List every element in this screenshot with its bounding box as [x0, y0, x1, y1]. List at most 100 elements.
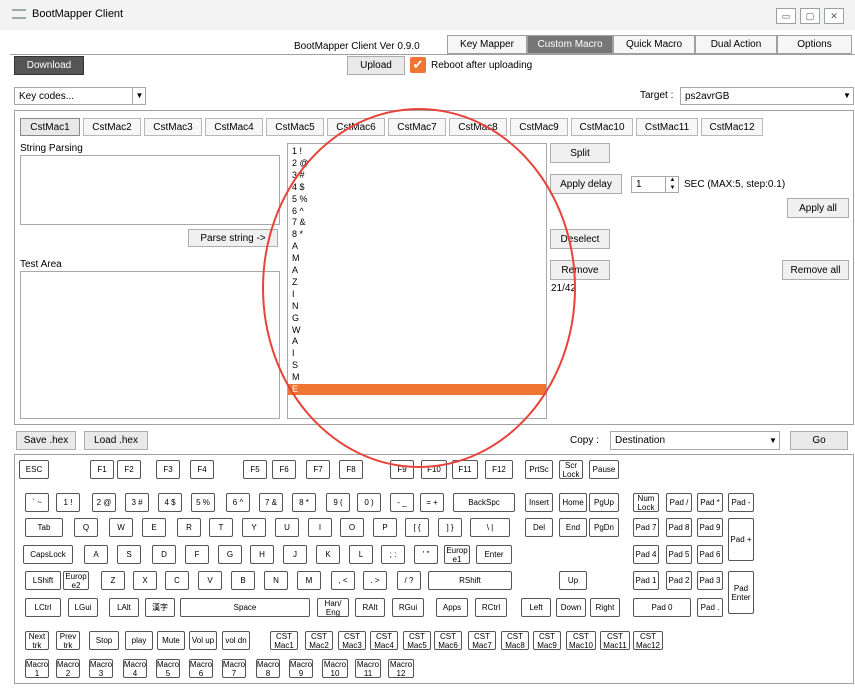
key-f1[interactable]: F1	[90, 460, 114, 479]
restore-icon[interactable]: ▢	[800, 8, 820, 24]
key-space[interactable]: Space	[180, 598, 310, 617]
tab-cstmac7[interactable]: CstMac7	[388, 118, 446, 136]
list-item[interactable]: 1 !	[292, 146, 302, 157]
key-lbracket[interactable]: [ {	[405, 518, 429, 537]
key-c[interactable]: C	[165, 571, 189, 590]
key-k9[interactable]: 9 (	[326, 493, 350, 512]
list-item[interactable]: A	[292, 265, 298, 276]
key-g[interactable]: G	[218, 545, 242, 564]
key-cst7[interactable]: CST Mac7	[468, 631, 496, 650]
key-m6[interactable]: Macro 6	[189, 659, 213, 678]
key-rctrl[interactable]: RCtrl	[475, 598, 507, 617]
key-europe2[interactable]: Europ e2	[63, 571, 89, 590]
key-f10[interactable]: F10	[421, 460, 447, 479]
tab-dual-action[interactable]: Dual Action	[695, 35, 777, 54]
key-pad7[interactable]: Pad 7	[633, 518, 659, 537]
tab-cstmac9[interactable]: CstMac9	[510, 118, 568, 136]
list-item[interactable]: M	[292, 253, 300, 264]
remove-all-button[interactable]: Remove all	[782, 260, 849, 280]
list-item[interactable]: 2 @	[292, 158, 309, 169]
key-cst1[interactable]: CST Mac1	[270, 631, 298, 650]
key-f8[interactable]: F8	[339, 460, 363, 479]
key-d[interactable]: D	[152, 545, 176, 564]
key-m[interactable]: M	[297, 571, 321, 590]
list-item[interactable]: A	[292, 336, 298, 347]
tab-cstmac8[interactable]: CstMac8	[449, 118, 507, 136]
key-cst6[interactable]: CST Mac6	[434, 631, 462, 650]
key-end[interactable]: End	[559, 518, 587, 537]
list-item[interactable]: I	[292, 289, 295, 300]
key-hanja[interactable]: 漢字	[145, 598, 175, 617]
key-backspace[interactable]: BackSpc	[453, 493, 515, 512]
key-cst3[interactable]: CST Mac3	[338, 631, 366, 650]
key-enter[interactable]: Enter	[476, 545, 512, 564]
macro-key-list[interactable]: 1 ! 2 @3 #4 $5 % 6 ^ 7 & 8 * A M A Z I N G W A I S M E	[287, 143, 547, 419]
list-item[interactable]: 4 $	[292, 182, 305, 193]
key-m5[interactable]: Macro 5	[156, 659, 180, 678]
upload-button[interactable]: Upload	[347, 56, 405, 75]
key-minus[interactable]: - _	[390, 493, 414, 512]
key-f5[interactable]: F5	[243, 460, 267, 479]
key-insert[interactable]: Insert	[525, 493, 553, 512]
remove-button[interactable]: Remove	[550, 260, 610, 280]
key-r[interactable]: R	[177, 518, 201, 537]
key-f11[interactable]: F11	[452, 460, 478, 479]
key-pad8[interactable]: Pad 8	[666, 518, 692, 537]
string-parsing-textarea[interactable]	[20, 155, 280, 225]
list-item[interactable]: W	[292, 325, 301, 336]
key-m3[interactable]: Macro 3	[89, 659, 113, 678]
key-pad-dot[interactable]: Pad .	[697, 598, 723, 617]
tab-quick-macro[interactable]: Quick Macro	[613, 35, 695, 54]
go-button[interactable]: Go	[790, 431, 848, 450]
chevron-down-icon[interactable]: ▼	[840, 87, 854, 105]
key-pad9[interactable]: Pad 9	[697, 518, 723, 537]
list-item[interactable]: M	[292, 372, 300, 383]
key-prevtrk[interactable]: Prev trk	[56, 631, 80, 650]
reboot-checkbox[interactable]: ✔	[410, 57, 426, 73]
save-hex-button[interactable]: Save .hex	[16, 431, 76, 450]
key-m11[interactable]: Macro 11	[355, 659, 381, 678]
chevron-down-icon[interactable]: ▼	[766, 431, 780, 450]
key-home[interactable]: Home	[559, 493, 587, 512]
key-pgdn[interactable]: PgDn	[589, 518, 619, 537]
key-period[interactable]: . >	[363, 571, 387, 590]
key-x[interactable]: X	[133, 571, 157, 590]
key-k3[interactable]: 3 #	[125, 493, 149, 512]
list-item[interactable]: Z	[292, 277, 298, 288]
key-ralt[interactable]: RAlt	[355, 598, 385, 617]
key-v[interactable]: V	[198, 571, 222, 590]
key-f12[interactable]: F12	[485, 460, 513, 479]
key-pad2[interactable]: Pad 2	[666, 571, 692, 590]
key-lctrl[interactable]: LCtrl	[25, 598, 61, 617]
list-item[interactable]: 6 ^	[292, 206, 304, 217]
key-m12[interactable]: Macro 12	[388, 659, 414, 678]
key-nexttrk[interactable]: Next trk	[25, 631, 49, 650]
key-play[interactable]: play	[125, 631, 153, 650]
tab-cstmac3[interactable]: CstMac3	[144, 118, 202, 136]
parse-string-button[interactable]: Parse string ->	[188, 229, 278, 247]
key-europe1[interactable]: Europ e1	[444, 545, 470, 564]
key-k8[interactable]: 8 *	[292, 493, 316, 512]
key-q[interactable]: Q	[74, 518, 98, 537]
list-item[interactable]: I	[292, 348, 295, 359]
tab-cstmac2[interactable]: CstMac2	[83, 118, 141, 136]
key-cst4[interactable]: CST Mac4	[370, 631, 398, 650]
tab-cstmac10[interactable]: CstMac10	[571, 118, 633, 136]
key-pause[interactable]: Pause	[589, 460, 619, 479]
key-pad1[interactable]: Pad 1	[633, 571, 659, 590]
key-b[interactable]: B	[231, 571, 255, 590]
key-m2[interactable]: Macro 2	[56, 659, 80, 678]
key-a[interactable]: A	[84, 545, 108, 564]
key-numlock[interactable]: Num Lock	[633, 493, 659, 512]
key-slash[interactable]: / ?	[397, 571, 421, 590]
key-pad0[interactable]: Pad 0	[633, 598, 691, 617]
key-k5[interactable]: 5 %	[191, 493, 215, 512]
tab-custom-macro[interactable]: Custom Macro	[527, 35, 613, 54]
key-stop[interactable]: Stop	[89, 631, 119, 650]
deselect-button[interactable]: Deselect	[550, 229, 610, 249]
key-f9[interactable]: F9	[390, 460, 414, 479]
list-item[interactable]: G	[292, 313, 299, 324]
key-m1[interactable]: Macro 1	[25, 659, 49, 678]
key-right[interactable]: Right	[590, 598, 620, 617]
key-f6[interactable]: F6	[272, 460, 296, 479]
